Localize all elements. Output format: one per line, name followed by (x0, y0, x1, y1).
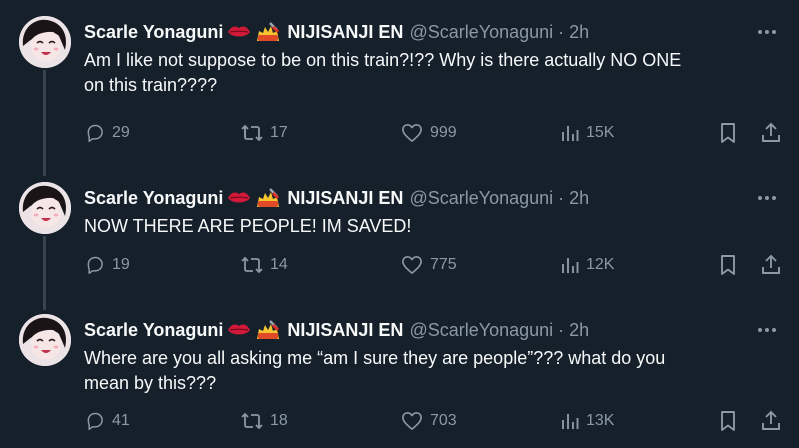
tweet-text-line: on this train???? (84, 75, 218, 95)
views-count: 15K (586, 124, 615, 141)
views-button[interactable]: 15K (560, 118, 614, 148)
tweet-text-line: mean by this??? (84, 373, 217, 393)
avatar-image (19, 182, 71, 234)
avatar[interactable] (19, 314, 71, 366)
heart-icon (402, 124, 422, 142)
author-name[interactable]: Scarle Yonaguni (84, 188, 223, 209)
nail-polish-emoji (255, 319, 281, 341)
views-count: 12K (586, 256, 615, 273)
retweet-icon (241, 412, 263, 430)
tweet[interactable]: Scarle Yonaguni NIJISANJI EN @ScarleYona… (0, 0, 799, 176)
tweet-actions: 41 18 703 13K (84, 406, 785, 436)
bookmark-button[interactable] (718, 118, 738, 148)
like-count: 999 (430, 124, 457, 141)
retweet-icon (241, 124, 263, 142)
retweet-button[interactable]: 14 (240, 250, 288, 280)
share-icon (762, 254, 780, 274)
views-chart-icon (562, 126, 579, 141)
tweet-actions: 29 17 999 15K (84, 118, 785, 148)
lips-emoji (227, 189, 251, 207)
bookmark-icon (721, 123, 735, 143)
affiliation-label[interactable]: NIJISANJI EN (287, 320, 403, 341)
lips-emoji (227, 23, 251, 41)
affiliation-label[interactable]: NIJISANJI EN (287, 22, 403, 43)
bookmark-icon (721, 411, 735, 431)
tweet-text: Am I like not suppose to be on this trai… (84, 48, 774, 98)
like-button[interactable]: 703 (400, 406, 457, 436)
tweet-header: Scarle Yonaguni NIJISANJI EN @ScarleYona… (84, 316, 779, 344)
author-handle[interactable]: @ScarleYonaguni (409, 320, 553, 341)
share-button[interactable] (760, 406, 782, 436)
share-button[interactable] (760, 250, 782, 280)
tweet[interactable]: Scarle Yonaguni NIJISANJI EN @ScarleYona… (0, 166, 799, 310)
tweet-text-line: Am I like not suppose to be on this trai… (84, 50, 682, 70)
views-count: 13K (586, 412, 615, 429)
retweet-button[interactable]: 17 (240, 118, 288, 148)
retweet-count: 14 (270, 256, 288, 273)
author-name[interactable]: Scarle Yonaguni (84, 22, 223, 43)
views-button[interactable]: 13K (560, 406, 614, 436)
retweet-icon (241, 256, 263, 274)
reply-button[interactable]: 19 (84, 250, 130, 280)
views-chart-icon (562, 258, 579, 273)
more-options-icon[interactable] (755, 186, 779, 210)
author-handle[interactable]: @ScarleYonaguni (409, 188, 553, 209)
author-handle[interactable]: @ScarleYonaguni (409, 22, 553, 43)
bookmark-button[interactable] (718, 250, 738, 280)
tweet-header: Scarle Yonaguni NIJISANJI EN @ScarleYona… (84, 18, 779, 46)
tweet-actions: 19 14 775 12K (84, 250, 785, 280)
thread-connector-line (43, 70, 46, 176)
reply-icon (87, 256, 103, 275)
views-button[interactable]: 12K (560, 250, 614, 280)
share-button[interactable] (760, 118, 782, 148)
author-name[interactable]: Scarle Yonaguni (84, 320, 223, 341)
timestamp[interactable]: 2h (569, 320, 589, 341)
more-options-icon[interactable] (755, 318, 779, 342)
avatar-image (19, 314, 71, 366)
reply-count: 19 (112, 256, 130, 273)
retweet-count: 18 (270, 412, 288, 429)
tweet-text-line: NOW THERE ARE PEOPLE! IM SAVED! (84, 216, 412, 236)
heart-icon (402, 256, 422, 274)
avatar-image (19, 16, 71, 68)
like-button[interactable]: 775 (400, 250, 457, 280)
tweet[interactable]: Scarle Yonaguni NIJISANJI EN @ScarleYona… (0, 298, 799, 448)
reply-count: 29 (112, 124, 130, 141)
reply-icon (87, 412, 103, 431)
tweet-thread: Scarle Yonaguni NIJISANJI EN @ScarleYona… (0, 0, 799, 448)
heart-icon (402, 412, 422, 430)
nail-polish-emoji (255, 187, 281, 209)
tweet-text: NOW THERE ARE PEOPLE! IM SAVED! (84, 214, 774, 239)
timestamp[interactable]: 2h (569, 188, 589, 209)
like-button[interactable]: 999 (400, 118, 457, 148)
nail-polish-emoji (255, 21, 281, 43)
share-icon (762, 122, 780, 142)
bookmark-icon (721, 255, 735, 275)
views-chart-icon (562, 414, 579, 429)
share-icon (762, 410, 780, 430)
retweet-count: 17 (270, 124, 288, 141)
reply-button[interactable]: 41 (84, 406, 130, 436)
like-count: 703 (430, 412, 457, 429)
reply-button[interactable]: 29 (84, 118, 130, 148)
retweet-button[interactable]: 18 (240, 406, 288, 436)
separator-dot: · (558, 187, 565, 208)
avatar[interactable] (19, 182, 71, 234)
avatar[interactable] (19, 16, 71, 68)
lips-emoji (227, 321, 251, 339)
reply-icon (87, 124, 103, 143)
more-options-icon[interactable] (755, 20, 779, 44)
reply-count: 41 (112, 412, 130, 429)
tweet-text: Where are you all asking me “am I sure t… (84, 346, 774, 396)
tweet-header: Scarle Yonaguni NIJISANJI EN @ScarleYona… (84, 184, 779, 212)
separator-dot: · (558, 21, 565, 42)
like-count: 775 (430, 256, 457, 273)
separator-dot: · (558, 319, 565, 340)
bookmark-button[interactable] (718, 406, 738, 436)
affiliation-label[interactable]: NIJISANJI EN (287, 188, 403, 209)
tweet-text-line: Where are you all asking me “am I sure t… (84, 348, 666, 368)
timestamp[interactable]: 2h (569, 22, 589, 43)
